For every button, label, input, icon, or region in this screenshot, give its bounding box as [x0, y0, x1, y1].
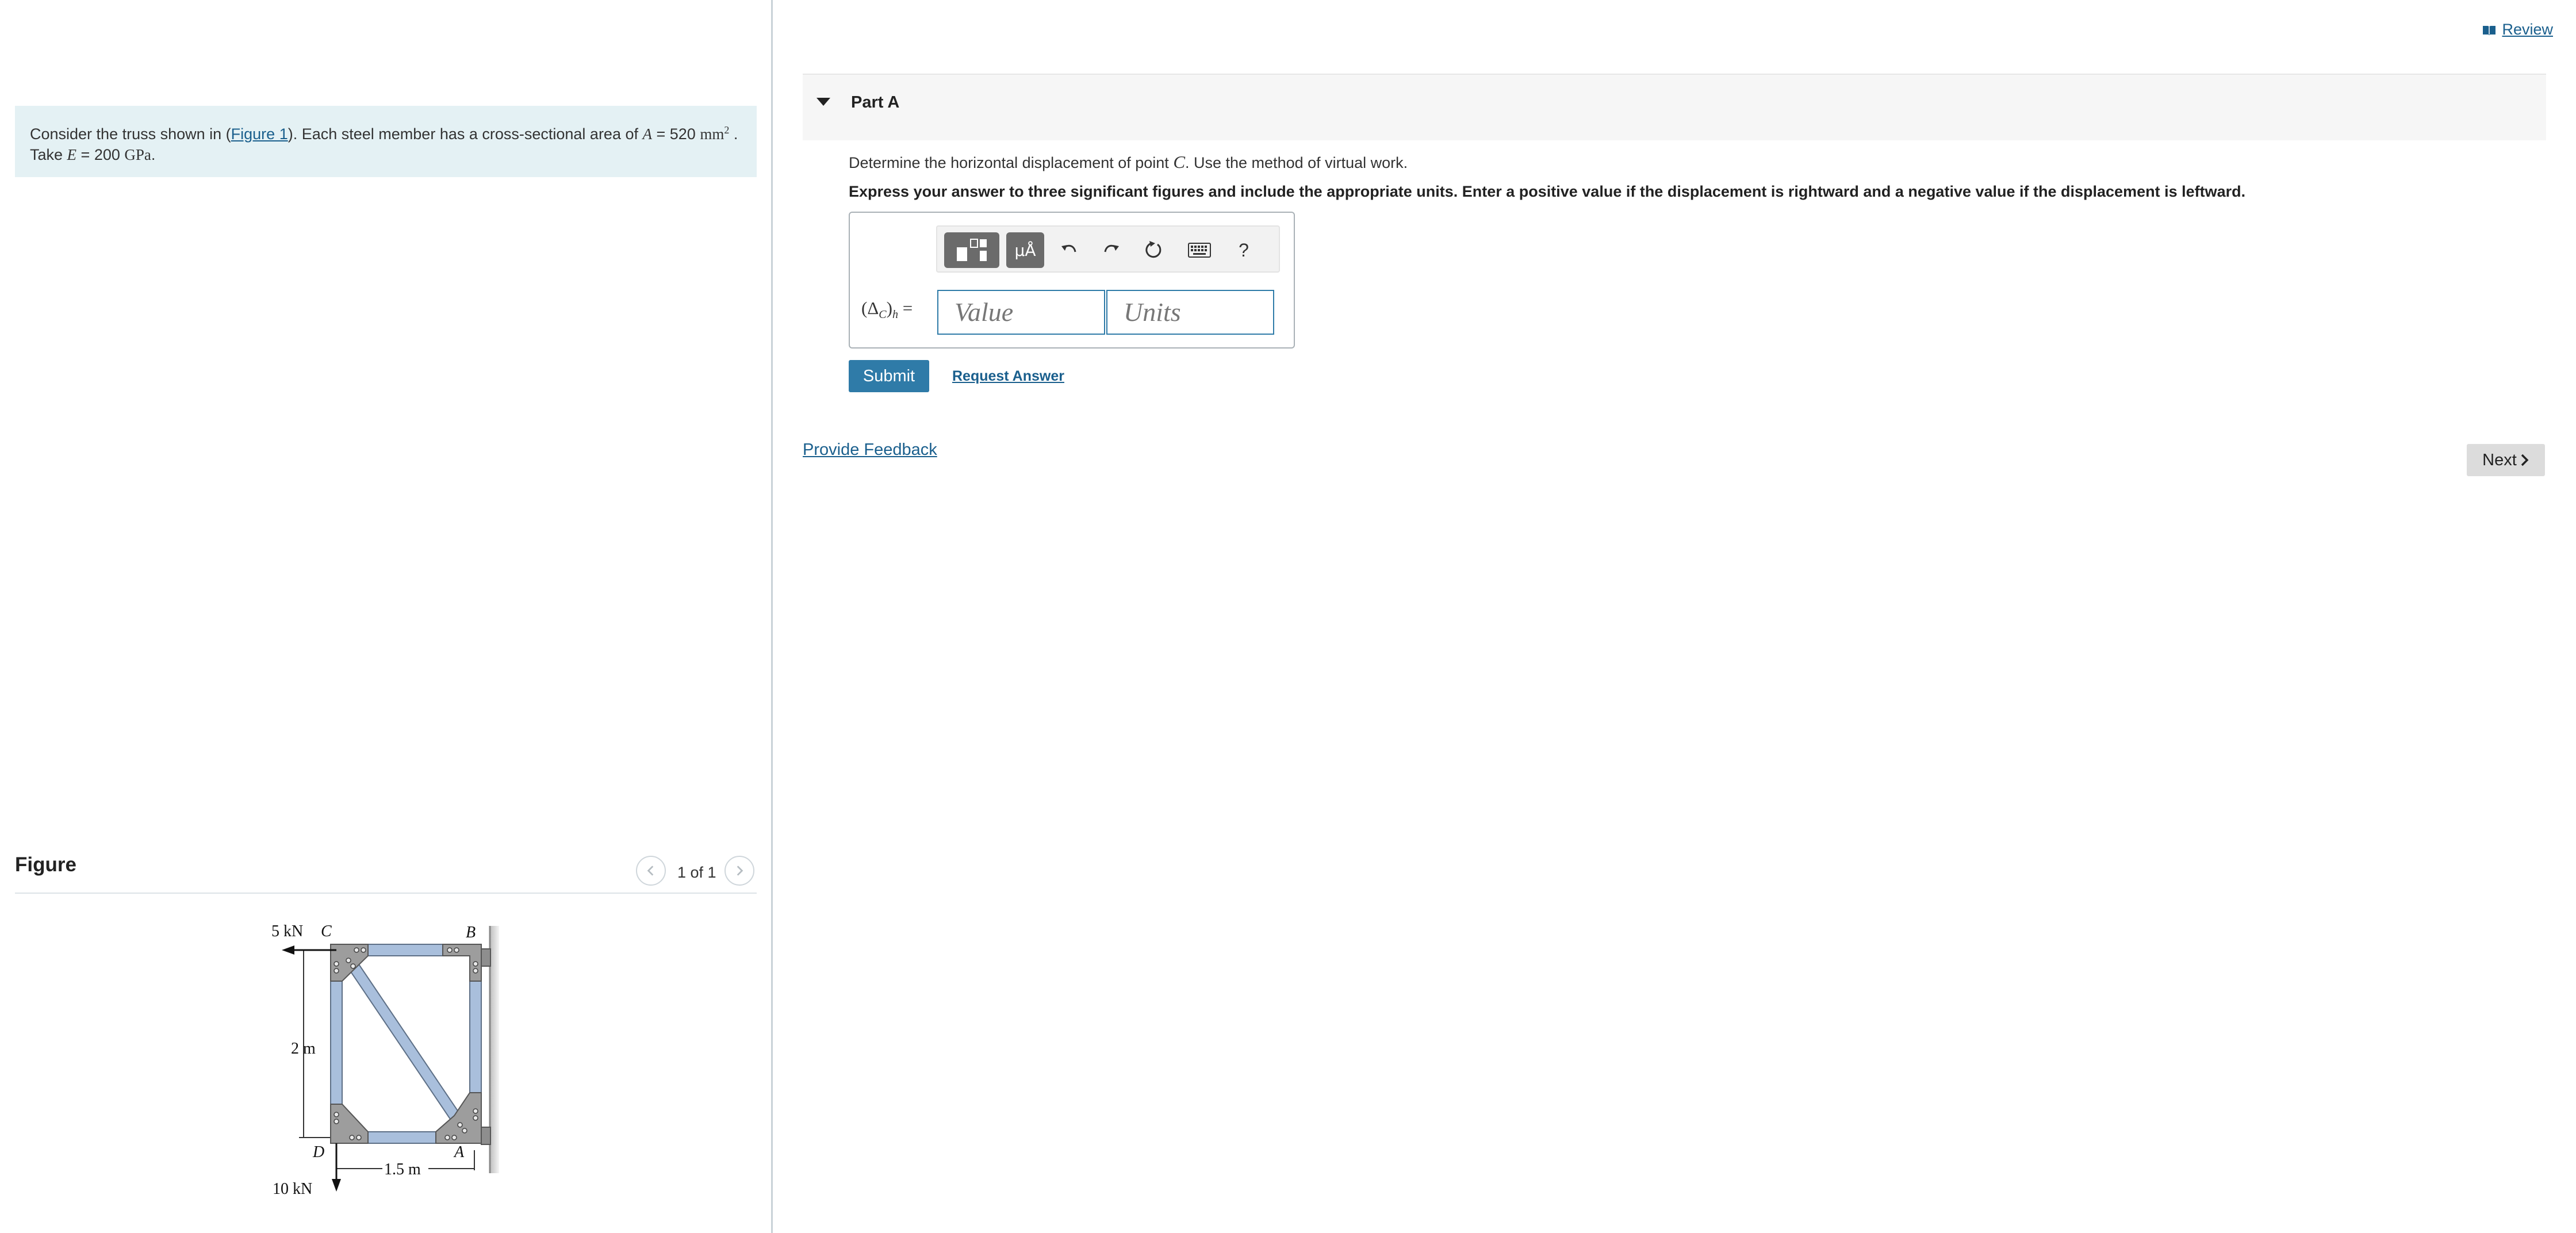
answer-instruction: Express your answer to three significant…	[849, 183, 2246, 200]
answer-box: μÅ ? (ΔC)h = Value Units	[849, 212, 1295, 349]
member-ca	[338, 948, 474, 1140]
figure-link[interactable]: Figure 1	[231, 125, 288, 143]
question-suffix: . Use the method of virtual work.	[1185, 154, 1408, 171]
collapse-caret-icon[interactable]	[816, 98, 830, 106]
point-label-d: D	[312, 1143, 324, 1161]
units-input[interactable]: Units	[1106, 290, 1274, 335]
statement-text: Consider the truss shown in (	[30, 125, 231, 143]
help-button[interactable]: ?	[1229, 236, 1258, 265]
review-link[interactable]: Review	[2482, 21, 2553, 39]
area-unit: mm	[700, 125, 724, 143]
book-icon	[2483, 25, 2496, 35]
next-figure-button[interactable]	[724, 856, 754, 886]
next-button-label: Next	[2482, 450, 2517, 469]
height-label: 2 m	[291, 1040, 316, 1058]
answer-label-delta: (Δ	[861, 298, 879, 318]
redo-icon[interactable]	[1097, 236, 1126, 265]
undo-icon[interactable]	[1055, 236, 1083, 265]
modulus-value: = 200	[76, 146, 125, 163]
figure-counter: 1 of 1	[677, 864, 716, 881]
point-label-a: A	[453, 1143, 465, 1161]
review-link-label: Review	[2502, 21, 2553, 38]
width-label: 1.5 m	[384, 1161, 421, 1178]
keyboard-icon[interactable]	[1183, 236, 1216, 265]
question-prefix: Determine the horizontal displacement of…	[849, 154, 1174, 171]
problem-pane: Consider the truss shown in (Figure 1). …	[0, 0, 773, 1233]
area-exponent: 2	[724, 124, 730, 136]
point-label-c: C	[321, 922, 332, 940]
chevron-right-icon	[737, 866, 743, 876]
units-button[interactable]: μÅ	[1006, 232, 1044, 268]
chevron-left-icon	[647, 866, 654, 876]
submit-button[interactable]: Submit	[849, 360, 929, 392]
load-label-c: 5 kN	[271, 922, 303, 940]
area-symbol: A	[642, 125, 653, 143]
chevron-right-icon	[2521, 454, 2529, 466]
next-button[interactable]: Next	[2467, 444, 2545, 476]
support-a	[481, 1127, 491, 1145]
reset-icon[interactable]	[1140, 236, 1168, 265]
problem-statement: Consider the truss shown in (Figure 1). …	[15, 106, 757, 177]
question-point: C	[1173, 152, 1185, 172]
part-title: Part A	[851, 93, 900, 112]
question-text: Determine the horizontal displacement of…	[849, 152, 1408, 173]
load-arrowhead-c	[282, 945, 294, 955]
point-label-b: B	[466, 924, 476, 941]
templates-icon	[957, 239, 987, 261]
answer-label-subscript-h: h	[892, 308, 898, 321]
wall-support	[490, 926, 499, 1173]
load-label-d: 10 kN	[273, 1180, 312, 1198]
request-answer-link[interactable]: Request Answer	[952, 368, 1064, 385]
area-value: = 520	[652, 125, 700, 143]
figure-divider	[15, 893, 757, 894]
statement-text: Take	[30, 146, 67, 163]
templates-button[interactable]	[944, 232, 999, 268]
statement-text: ). Each steel member has a cross-section…	[288, 125, 643, 143]
provide-feedback-link[interactable]: Provide Feedback	[803, 441, 937, 459]
answer-label-subscript: C	[879, 308, 887, 321]
modulus-symbol: E	[67, 146, 77, 163]
load-arrowhead-d	[332, 1179, 341, 1192]
truss-figure: 5 kN C B 2 m D A 1.5 m 10 kN	[271, 922, 499, 1198]
math-toolbar: μÅ ?	[936, 225, 1280, 273]
answer-label: (ΔC)h =	[861, 298, 913, 321]
support-b	[481, 948, 491, 967]
previous-figure-button[interactable]	[636, 856, 666, 886]
modulus-unit: GPa	[124, 146, 151, 163]
value-input[interactable]: Value	[937, 290, 1105, 335]
part-a-header[interactable]: Part A	[803, 74, 2546, 140]
figure-heading: Figure	[15, 853, 76, 876]
